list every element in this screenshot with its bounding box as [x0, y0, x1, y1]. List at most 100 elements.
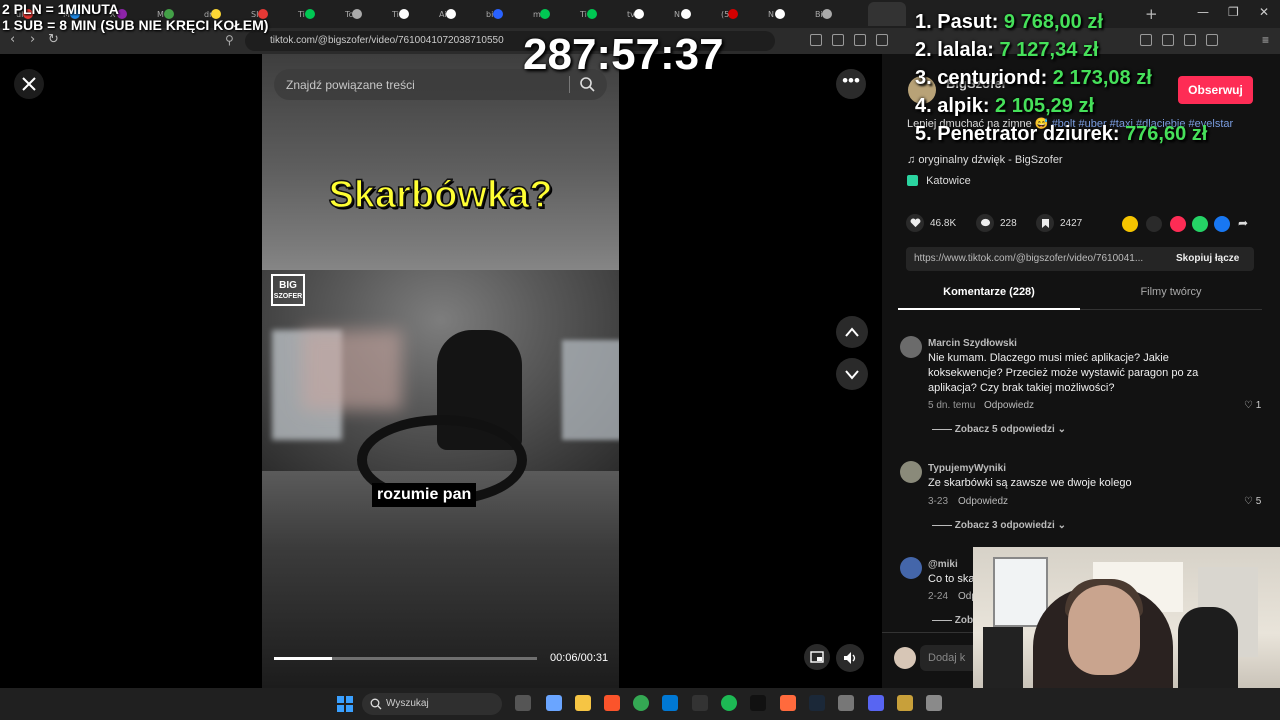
tab-favicon-icon	[351, 9, 362, 19]
close-video-button[interactable]	[14, 69, 44, 99]
like-button[interactable]: 46.8K	[906, 214, 956, 232]
embed-icon[interactable]	[1146, 216, 1162, 232]
leaderboard-row: 1. Pasut: 9 768,00 zł	[915, 8, 1207, 36]
task-view-icon[interactable]	[515, 695, 531, 711]
leaderboard-row: 4. alpik: 2 105,29 zł	[915, 92, 1207, 120]
tab-favicon-icon	[492, 9, 503, 19]
maximize-button[interactable]: ❐	[1228, 5, 1239, 19]
whatsapp-icon[interactable]	[1192, 216, 1208, 232]
spotify-icon[interactable]	[721, 695, 737, 711]
picture-in-picture-button[interactable]	[804, 644, 830, 670]
file-explorer-icon[interactable]	[575, 695, 591, 711]
browser-tab[interactable]: Tc	[333, 3, 380, 25]
tab-comments[interactable]: Komentarze (228)	[898, 286, 1080, 310]
app-icon[interactable]	[750, 695, 766, 711]
browser-tab[interactable]: (5	[709, 3, 756, 25]
facebook-icon[interactable]	[1214, 216, 1230, 232]
bookmark-icon[interactable]: ⚲	[225, 33, 234, 47]
video-progress-bar[interactable]	[274, 657, 537, 660]
comment-like-button[interactable]: ♡ 5	[1244, 496, 1261, 507]
discord-icon[interactable]	[868, 695, 884, 711]
obs-icon[interactable]	[692, 695, 708, 711]
comment-username[interactable]: TypujemyWyniki	[928, 463, 1006, 474]
leaderboard-amount: 7 127,34 zł	[999, 39, 1099, 61]
video-player[interactable]: Znajdź powiązane treści Skarbówka? BIG S…	[262, 54, 619, 688]
active-tab[interactable]	[868, 2, 906, 26]
tab-favicon-icon	[680, 9, 691, 19]
browser-tab[interactable]: Ti	[286, 3, 333, 25]
browser-tab[interactable]: m	[521, 3, 568, 25]
copy-link-button[interactable]: Skopiuj łącze	[1176, 253, 1239, 264]
more-options-button[interactable]: •••	[836, 69, 866, 99]
comment-like-button[interactable]: ♡ 1	[1244, 400, 1261, 411]
next-video-button[interactable]	[836, 358, 868, 390]
url-text: tiktok.com/@bigszofer/video/761004107203…	[270, 35, 504, 46]
share-link[interactable]: https://www.tiktok.com/@bigszofer/video/…	[914, 253, 1164, 264]
heart-icon	[906, 214, 924, 232]
calculator-icon[interactable]	[838, 695, 854, 711]
taskbar-search[interactable]: Wyszukaj	[362, 693, 502, 715]
brave-beta-icon[interactable]	[780, 695, 796, 711]
reply-button[interactable]: Odpowiedz	[984, 400, 1034, 411]
view-replies-button[interactable]: —— Zobacz 3 odpowiedzi ⌄	[932, 520, 1066, 531]
zoom-icon[interactable]	[876, 34, 888, 46]
close-window-button[interactable]: ✕	[1259, 5, 1269, 19]
steam-icon[interactable]	[809, 695, 825, 711]
previous-video-button[interactable]	[836, 316, 868, 348]
sound-link[interactable]: ♫ oryginalny dźwięk - BigSzofer	[907, 154, 1063, 166]
send-icon[interactable]	[1170, 216, 1186, 232]
menu-icon[interactable]: ≡	[1262, 33, 1274, 47]
app-icon[interactable]	[897, 695, 913, 711]
comment-username[interactable]: @miki	[928, 559, 958, 570]
browser-tab[interactable]: bi	[474, 3, 521, 25]
copilot-icon[interactable]	[546, 695, 562, 711]
settings-icon[interactable]	[926, 695, 942, 711]
brave-icon[interactable]	[604, 695, 620, 711]
puzzle-icon[interactable]	[1206, 34, 1218, 46]
comment-button[interactable]: 228	[976, 214, 1017, 232]
back-button[interactable]: ‹	[10, 32, 15, 47]
browser-tab[interactable]: N	[756, 3, 803, 25]
leaderboard-amount: 2 105,29 zł	[995, 95, 1094, 117]
browser-tab[interactable]: Ti	[380, 3, 427, 25]
tab-title: m	[533, 9, 541, 19]
volume-button[interactable]	[836, 644, 864, 672]
comment-username[interactable]: Marcin Szydłowski	[928, 338, 1017, 349]
tab-title: Ti	[298, 9, 305, 19]
browser-tab[interactable]: Ai	[427, 3, 474, 25]
view-replies-button[interactable]: —— Zob	[932, 615, 973, 626]
share-arrow-icon[interactable]: ➦	[1238, 216, 1254, 232]
music-note-icon: ♫	[907, 154, 919, 166]
chevron-down-icon	[845, 370, 859, 380]
leaderboard-name: 2. lalala:	[915, 39, 1000, 61]
store-icon[interactable]	[662, 695, 678, 711]
view-replies-button[interactable]: —— Zobacz 5 odpowiedzi ⌄	[932, 424, 1066, 435]
reply-button[interactable]: Odpowiedz	[958, 496, 1008, 507]
forward-button[interactable]: ›	[30, 32, 35, 47]
sound-name: oryginalny dźwięk - BigSzofer	[918, 154, 1063, 166]
tab-creator-videos[interactable]: Filmy twórcy	[1080, 286, 1262, 310]
chevron-up-icon	[845, 327, 859, 337]
chrome-icon[interactable]	[633, 695, 649, 711]
comment-avatar[interactable]	[900, 557, 922, 579]
browser-tab[interactable]: tv	[615, 3, 662, 25]
comment-date: 3-23	[928, 496, 949, 507]
reload-button[interactable]: ↻	[48, 32, 59, 47]
browser-tab[interactable]: N	[662, 3, 709, 25]
translate-icon[interactable]	[832, 34, 844, 46]
browser-tab[interactable]: Ti	[568, 3, 615, 25]
comment-avatar[interactable]	[900, 336, 922, 358]
subathon-timer: 287:57:37	[523, 30, 724, 79]
add-comment-placeholder: Dodaj k	[928, 652, 966, 664]
extension-icon[interactable]	[810, 34, 822, 46]
windows-start-icon[interactable]	[337, 696, 353, 712]
comment-date: 2-24	[928, 591, 949, 602]
save-button[interactable]: 2427	[1036, 214, 1082, 232]
cast-icon[interactable]	[854, 34, 866, 46]
coin-icon[interactable]	[1122, 216, 1138, 232]
comment-avatar[interactable]	[900, 461, 922, 483]
browser-tab[interactable]: Bi	[803, 3, 850, 25]
stream-overlay-rules: 2 PLN = 1MINUTA 1 SUB = 8 MIN (SUB NIE K…	[2, 1, 268, 33]
car-window	[562, 340, 619, 440]
location-link[interactable]: Katowice	[907, 175, 971, 187]
